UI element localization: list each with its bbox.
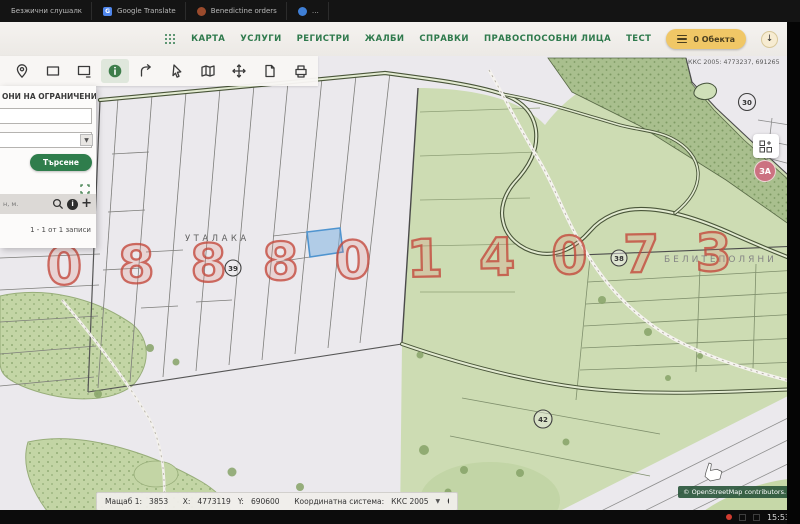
- browser-tab-strip: Безжични слушалк G Google Translate Bened…: [0, 0, 800, 22]
- rectangle-minus-icon: [76, 63, 92, 79]
- apps-grid-icon[interactable]: [165, 34, 176, 45]
- cursor-icon: [169, 63, 185, 79]
- recording-dot-icon: [726, 514, 732, 520]
- parcel-number-38: 38: [614, 255, 624, 263]
- turn-arrow-icon: [138, 63, 154, 79]
- search-icon[interactable]: [447, 496, 449, 508]
- cursor-coords-readout: ККС 2005: 4773237, 691265: [688, 59, 780, 66]
- info-icon: [107, 63, 123, 79]
- location-pin-icon: [14, 63, 30, 79]
- scale-value: 3853: [149, 497, 168, 506]
- tab-label: Google Translate: [117, 7, 176, 15]
- stamp-icon[interactable]: ЗА: [754, 160, 776, 182]
- area-label-utalaka: УТАЛАКА: [185, 234, 250, 244]
- area-select-tool[interactable]: [70, 59, 98, 83]
- download-arrow-button[interactable]: ↓: [761, 31, 778, 48]
- printer-tool[interactable]: [287, 59, 315, 83]
- move-tool[interactable]: [225, 59, 253, 83]
- translate-favicon: G: [103, 7, 112, 16]
- browser-tab-2[interactable]: G Google Translate: [94, 2, 186, 20]
- layers-icon: [758, 139, 774, 153]
- objects-button[interactable]: 0 Обекта: [666, 29, 746, 49]
- document-icon: [262, 63, 278, 79]
- hamburger-icon: [677, 35, 687, 44]
- location-pin-tool[interactable]: [8, 59, 36, 83]
- browser-tab-1[interactable]: Безжични слушалк: [2, 2, 92, 20]
- nav-zhalbi[interactable]: ЖАЛБИ: [365, 34, 405, 44]
- map-canvas[interactable]: УТАЛАКА БЕЛИТЕПОЛЯНИ 39 38 42 30 ККС 200…: [0, 56, 800, 524]
- printer-icon: [293, 63, 309, 79]
- os-taskbar: 15:53: [0, 510, 800, 524]
- rectangle-select-tool[interactable]: [39, 59, 67, 83]
- parcel-number-39: 39: [228, 265, 238, 273]
- move-icon: [231, 63, 247, 79]
- favicon: [298, 7, 307, 16]
- crs-label: Координатна система:: [294, 497, 384, 506]
- selected-parcel[interactable]: [307, 228, 343, 257]
- plus-icon[interactable]: +: [81, 199, 92, 209]
- map-status-bar: Мащаб 1: 3853 X: 4773119 Y: 690600 Коорд…: [96, 492, 458, 511]
- osm-attribution[interactable]: © OpenStreetMap contributors.: [678, 486, 791, 498]
- crs-dropdown-caret[interactable]: ▼: [436, 498, 441, 505]
- records-summary: 1 - 1 от 1 записи: [30, 226, 91, 234]
- export-document-tool[interactable]: [256, 59, 284, 83]
- tab-label: Benedictine orders: [211, 7, 277, 15]
- scale-label: Мащаб 1:: [105, 497, 142, 506]
- restriction-type-input[interactable]: [0, 132, 92, 148]
- favicon: [197, 7, 206, 16]
- y-value: 690600: [251, 497, 280, 506]
- map-area[interactable]: УТАЛАКА БЕЛИТЕПОЛЯНИ 39 38 42 30 ККС 200…: [0, 56, 800, 524]
- x-value: 4773119: [197, 497, 230, 506]
- restriction-search-input[interactable]: [0, 108, 92, 124]
- x-label: X:: [183, 497, 191, 506]
- parcel-number-30: 30: [742, 99, 752, 107]
- objects-count-label: 0 Обекта: [693, 35, 735, 44]
- screen: Безжични слушалк G Google Translate Bened…: [0, 0, 800, 524]
- info-circle-icon[interactable]: i: [67, 199, 78, 210]
- magnifier-icon[interactable]: [52, 198, 64, 210]
- tab-label: …: [312, 7, 319, 15]
- parcel-number-42: 42: [538, 416, 548, 424]
- browser-tab-3[interactable]: Benedictine orders: [188, 2, 287, 20]
- cursor-tool[interactable]: [163, 59, 191, 83]
- map-toolbar: [0, 56, 318, 86]
- area-label-belitepolyani: БЕЛИТЕПОЛЯНИ: [664, 255, 777, 265]
- turn-arrow-tool[interactable]: [132, 59, 160, 83]
- rectangle-icon: [45, 63, 61, 79]
- nav-pravosposobni-litsa[interactable]: ПРАВОСПОСОБНИ ЛИЦА: [484, 34, 611, 44]
- nav-test[interactable]: ТЕСТ: [626, 34, 651, 44]
- dropdown-caret-icon[interactable]: ▼: [80, 134, 93, 146]
- layers-control-button[interactable]: [753, 134, 779, 158]
- nav-spravki[interactable]: СПРАВКИ: [419, 34, 469, 44]
- monitor-bezel: [787, 22, 800, 524]
- results-toolbar: н, м. i +: [0, 194, 96, 214]
- search-button[interactable]: Търсене: [30, 154, 92, 171]
- restrictions-panel: ОНИ НА ОГРАНИЧЕНИЯ ▼ Търсене н, м. i + 1…: [0, 86, 96, 248]
- map-book-tool[interactable]: [194, 59, 222, 83]
- tray-icon[interactable]: [739, 514, 746, 521]
- crs-value[interactable]: ККС 2005: [391, 497, 428, 506]
- nav-uslugi[interactable]: УСЛУГИ: [240, 34, 281, 44]
- panel-title: ОНИ НА ОГРАНИЧЕНИЯ: [2, 92, 96, 101]
- browser-tab-4[interactable]: …: [289, 2, 329, 20]
- tab-label: Безжични слушалк: [11, 7, 82, 15]
- results-hint: н, м.: [3, 200, 52, 208]
- green-blob: [134, 461, 178, 487]
- y-label: Y:: [238, 497, 244, 506]
- tray-icon[interactable]: [753, 514, 760, 521]
- map-book-icon: [200, 63, 216, 79]
- info-tool[interactable]: [101, 59, 129, 83]
- app-header: КАРТА УСЛУГИ РЕГИСТРИ ЖАЛБИ СПРАВКИ ПРАВ…: [0, 22, 800, 56]
- nav-registri[interactable]: РЕГИСТРИ: [297, 34, 350, 44]
- nav-karta[interactable]: КАРТА: [191, 34, 225, 44]
